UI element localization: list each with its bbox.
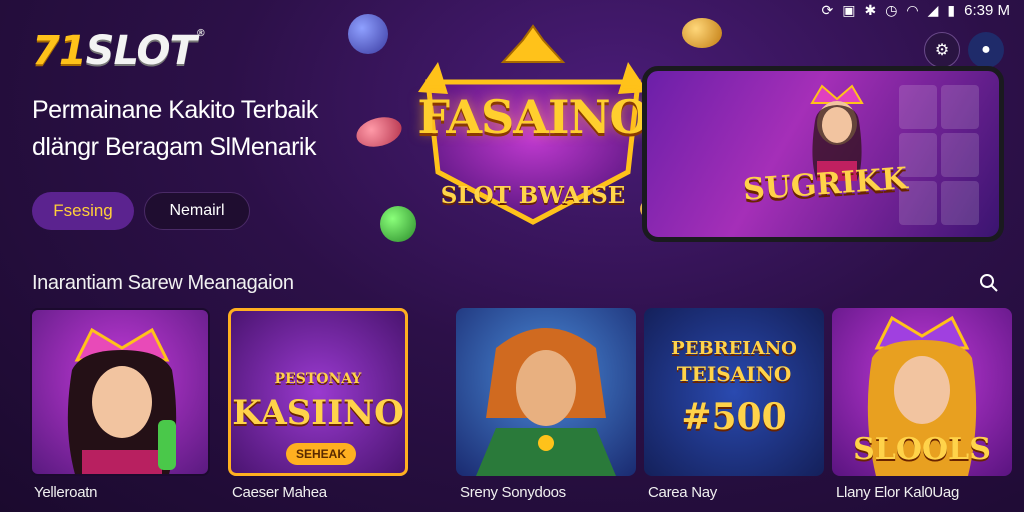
section-title: Inarantiam Sarew Meanagaion (32, 272, 294, 294)
alarm-icon: ◷ (885, 1, 898, 18)
profile-button[interactable]: ● (968, 32, 1004, 68)
game-name: Llany Elor Kal0Uag (836, 484, 960, 501)
battery-icon: ▮ (947, 1, 956, 18)
game-thumbnail (30, 308, 210, 476)
game-card[interactable]: SLOOLS Llany Elor Kal0Uag (832, 308, 1012, 508)
secondary-cta-button[interactable]: Nemairl (144, 192, 250, 230)
coin-decoration (682, 18, 722, 48)
game-thumbnail: SLOOLS (832, 308, 1012, 476)
search-icon[interactable] (978, 272, 1000, 294)
game-card[interactable]: Sreny Sonydoos (456, 308, 636, 508)
thumb-text-top: PEBREIANO (671, 338, 797, 359)
thumb-amount: #500 (681, 396, 787, 438)
thumb-text-top: PESTONAY (274, 371, 362, 387)
sync-icon: ⟳ (821, 1, 834, 18)
queen-character-icon (67, 327, 177, 474)
logo-text: SLOT (85, 28, 197, 74)
notification-icon: ▣ (842, 1, 856, 18)
thumb-badge: SEHEAK (286, 443, 356, 465)
game-card[interactable]: PEBREIANO TEISAINO #500 Carea Nay (644, 308, 824, 508)
wifi-icon: ◠ (906, 1, 919, 18)
headline-line-2: dlängr Beragam SlMenarik (32, 133, 316, 161)
phone-banner[interactable]: SUGRIKK (642, 66, 1004, 242)
status-bar: ⟳ ▣ ✱ ◷ ◠ ◢ ▮ 6:39 M (822, 0, 1011, 20)
hero-headline: Permainane Kakito Terbaik dlängr Beragam… (32, 92, 372, 166)
emblem-subtitle: SLOT BWAISE (440, 182, 626, 209)
game-thumbnail: PEBREIANO TEISAINO #500 (644, 308, 824, 476)
game-name: Carea Nay (648, 484, 717, 501)
logo-number: 71 (32, 28, 87, 74)
emblem-title: FASAINO (417, 90, 649, 144)
coin-decoration (348, 14, 388, 54)
app-logo[interactable]: 71SLOT® (32, 28, 206, 74)
thumb-text-main: KASIINO (232, 393, 404, 433)
gear-icon: ⚙ (934, 42, 950, 59)
signal-icon: ◢ (927, 1, 939, 18)
phone-slot-reels (899, 85, 979, 225)
thumb-text-main: SLOOLS (853, 432, 991, 467)
primary-cta-button[interactable]: Fsesing (32, 192, 134, 230)
warrior-character-icon (476, 328, 616, 476)
game-name: Yelleroatn (34, 484, 98, 501)
game-card[interactable]: Yelleroatn (30, 308, 210, 508)
bluetooth-icon: ✱ (864, 1, 877, 18)
thumb-text-main: TEISAINO (676, 362, 792, 386)
logo-registered: ® (195, 28, 206, 39)
settings-button[interactable]: ⚙ (924, 32, 960, 68)
status-time: 6:39 M (964, 1, 1010, 19)
game-name: Caeser Mahea (232, 484, 327, 501)
headline-line-1: Permainane Kakito Terbaik (32, 96, 318, 124)
top-actions: ⚙ ● (924, 32, 1004, 68)
game-list: Yelleroatn PESTONAY KASIINO SEHEAK Caese… (30, 308, 1012, 508)
game-name: Sreny Sonydoos (460, 484, 566, 501)
user-icon: ● (981, 41, 991, 58)
phone-banner-text: SUGRIKK (741, 161, 909, 208)
game-thumbnail (456, 308, 636, 476)
game-thumbnail: PESTONAY KASIINO SEHEAK (228, 308, 408, 476)
game-card[interactable]: PESTONAY KASIINO SEHEAK Caeser Mahea (228, 308, 408, 508)
hero-emblem[interactable]: FASAINO SLOT BWAISE (408, 22, 658, 228)
